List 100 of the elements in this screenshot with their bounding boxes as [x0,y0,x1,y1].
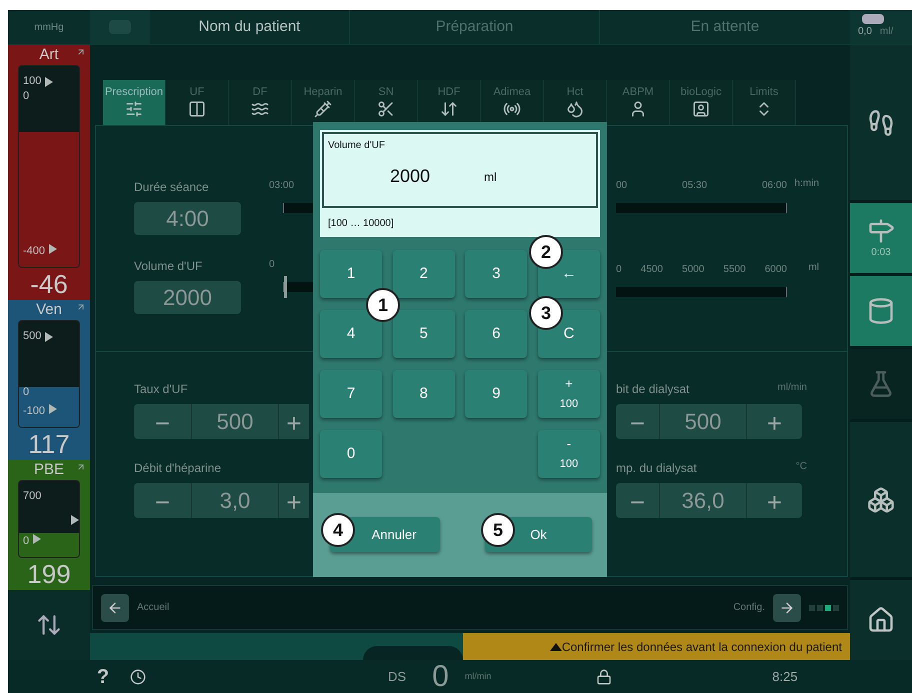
keypad-key[interactable]: 5 [392,310,455,358]
minus-button[interactable]: − [616,404,659,439]
side-icon [867,486,895,514]
side-icon [867,216,895,244]
mode-label: DS [388,668,406,686]
tab-icon [566,100,584,118]
value-button[interactable]: 4:00 [134,202,241,235]
tab-icon [188,100,206,118]
setting-label: mp. du dialysat [616,460,697,477]
patient-name[interactable]: Nom du patient [198,16,300,38]
tab-icon [314,100,332,118]
gauge-name: PBE [34,460,64,480]
arrow-right-icon [779,600,795,616]
keypad-key[interactable]: 6 [465,310,528,358]
scale-label: 6000 [764,263,787,277]
slider-thumb[interactable] [284,276,287,298]
limit-marker-icon [33,534,42,544]
status-label: En attente [690,16,760,37]
minus-button[interactable]: − [134,404,191,439]
limit-marker-icon [49,404,58,414]
plus-button[interactable]: + [747,483,802,518]
tab[interactable]: Heparin [292,80,355,125]
pressure-value: 199 [27,558,71,590]
home-button[interactable] [850,580,912,660]
keypad-key[interactable]: 4 [320,310,382,358]
stepper-value: 500 [659,404,747,439]
keypad-key[interactable]: - 100 [538,430,600,478]
value-button[interactable]: 2000 [134,281,241,314]
stepper-value: 500 [191,404,279,439]
tab[interactable]: HDF [418,80,481,125]
scale-label: 0 [269,258,276,272]
tab[interactable]: ABPM [607,80,670,125]
nav-label: Config. [733,601,765,615]
scale-label: 500 [23,329,42,344]
scale-label: 0 [23,534,30,550]
unit-label: mmHg [34,20,64,34]
tab-icon [377,100,395,118]
tab[interactable]: bioLogic [670,80,733,125]
flow-value: 0 [432,660,449,692]
setting-label: Volume d'UF [134,258,204,275]
side-icon [867,297,895,325]
side-button[interactable] [850,422,912,577]
value-range: [100 … 10000] [328,217,395,231]
tab-icon [692,100,710,118]
minus-button[interactable]: − [616,483,659,518]
help-button[interactable]: ? [90,662,116,692]
scale-label: 5000 [682,263,704,277]
tab[interactable]: Limits [733,80,796,125]
tab[interactable]: Hct [544,80,607,125]
clock-icon[interactable] [130,668,146,684]
lock-icon[interactable] [596,668,612,684]
uf-rate: 0,0 [858,25,872,39]
keypad-key[interactable]: 9 [465,370,528,418]
next-button[interactable] [773,594,801,622]
callout-number: 2 [529,235,563,269]
back-button[interactable] [101,594,129,622]
expand-icon[interactable] [76,462,86,472]
scale-label: 05:30 [682,179,708,193]
scale-label: -400 [23,244,46,260]
tab[interactable]: Prescription [103,80,166,125]
keypad-key[interactable]: 7 [320,370,382,418]
arrow-left-icon [107,600,123,616]
side-button[interactable]: 0:03 [850,203,912,273]
expand-icon[interactable] [76,47,86,57]
flow-unit: ml/min [464,670,492,683]
tab[interactable]: Adimea [481,80,544,125]
warning-icon [550,642,562,650]
scale-label: -100 [23,404,46,420]
keypad-key[interactable]: 2 [392,250,455,298]
keypad-key[interactable]: + 100 [538,370,600,418]
clock-time: 8:25 [772,668,798,686]
setting-unit: °C [796,460,807,474]
limit-marker-icon [45,332,54,342]
scale-label: 00 [616,179,628,193]
keypad-key[interactable]: 8 [392,370,455,418]
scale-label: 06:00 [762,179,787,193]
tab[interactable]: DF [229,80,292,125]
callout-number: 3 [529,296,563,330]
keypad-key[interactable]: 1 [320,250,382,298]
expand-icon[interactable] [76,302,86,312]
scale-label: 100 [23,74,42,90]
plus-button[interactable]: + [279,483,309,518]
plus-button[interactable]: + [279,404,309,439]
keypad-key[interactable]: 3 [465,250,528,298]
tab-icon [251,100,269,118]
dialog-title: Volume d'UF [328,139,386,153]
uf-bag-icon [862,14,884,24]
tab[interactable]: UF [166,80,229,125]
plus-button[interactable]: + [747,404,802,439]
home-icon [867,606,895,634]
keypad-key[interactable]: 0 [320,430,382,478]
pressure-value: -46 [30,268,68,300]
tab[interactable]: SN [355,80,418,125]
tab-icon [440,100,458,118]
scale-label: 0 [616,263,622,277]
limit-marker-icon [71,515,79,526]
limit-marker-icon [49,244,58,254]
side-button[interactable] [850,45,912,200]
minus-button[interactable]: − [134,483,191,518]
scale-label: 0 [23,385,30,400]
